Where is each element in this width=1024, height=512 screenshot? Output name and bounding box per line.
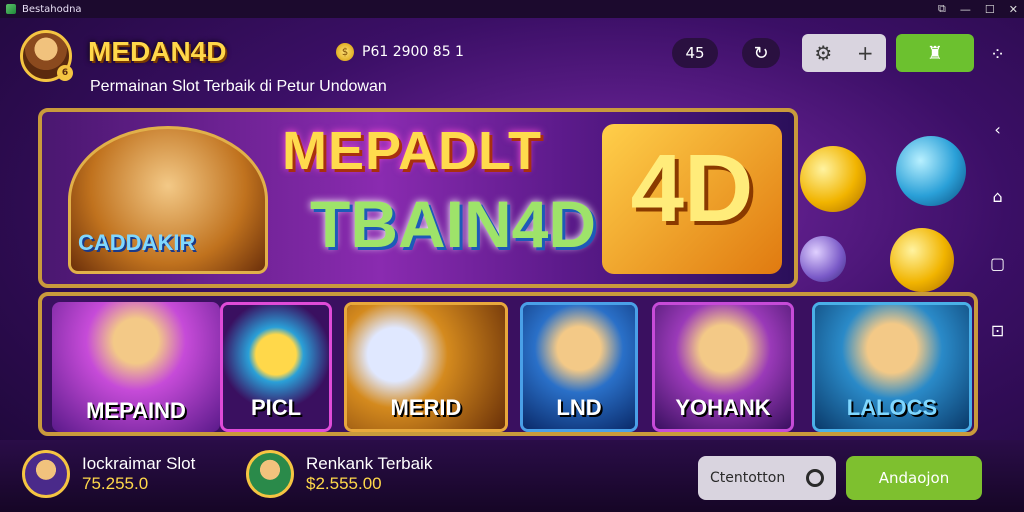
game-cards-row: MEPAIND PICL MERID LND YOHANK LALOCS [38, 292, 978, 436]
game-card[interactable]: PICL [220, 302, 332, 432]
bag-icon[interactable]: ⊡ [991, 321, 1004, 340]
coin-icon: $ [336, 43, 354, 61]
4d-panel-text: 4D [630, 135, 754, 242]
logo-line-1: MEPADLT [282, 121, 542, 181]
footer-item-title: Renkank Terbaik [306, 454, 433, 473]
coin-decoration [890, 228, 954, 292]
refresh-icon: ↻ [753, 42, 769, 64]
game-card[interactable]: YOHANK [652, 302, 794, 432]
settings-add-group: ⚙ + [802, 34, 886, 72]
footer-item-text: Iockraimar Slot 75.255.0 [82, 454, 195, 494]
coin-decoration [896, 136, 966, 206]
game-card[interactable]: MEPAIND [52, 302, 220, 432]
window-controls: ⧉ — ☐ ✕ [938, 0, 1018, 18]
game-card[interactable]: LND [520, 302, 638, 432]
restore-icon[interactable]: ⧉ [938, 2, 946, 16]
circle-icon [806, 469, 824, 487]
sub-logo: CADDAKIR [78, 230, 196, 255]
game-card-label: LND [556, 395, 602, 420]
footer-item-title: Iockraimar Slot [82, 454, 196, 473]
primary-button[interactable]: Andaojon [846, 456, 982, 500]
trophy-button[interactable]: ♜ [896, 34, 974, 72]
dots-icon: ⁘ [990, 44, 1007, 65]
balance-display: $ P61 2900 85 1 [336, 40, 464, 64]
level-badge: 6 [57, 65, 73, 81]
home-icon[interactable]: ⌂ [992, 187, 1002, 206]
side-navigation: ‹ ⌂ ▢ ⊡ [990, 120, 1005, 340]
window-title: Bestahodna [22, 3, 82, 15]
maximize-icon[interactable]: ☐ [985, 3, 995, 16]
header: 6 MEDAN4D Permainan Slot Terbaik di Petu… [0, 18, 1024, 104]
logo-line-2: TBAIN4D [310, 187, 597, 261]
game-card-label: MEPAIND [86, 398, 186, 423]
tagline: Permainan Slot Terbaik di Petur Undowan [90, 78, 387, 95]
footer-item-value: 75.255.0 [82, 474, 149, 493]
avatar [246, 450, 294, 498]
game-card-label: PICL [250, 395, 302, 420]
4d-panel: 4D [602, 124, 782, 274]
coin-decoration [800, 236, 846, 282]
refresh-button[interactable]: ↻ [742, 38, 780, 68]
menu-button[interactable]: ⁘ [990, 44, 1006, 65]
footer-item-text: Renkank Terbaik $2.555.00 [306, 454, 432, 494]
title-bar: Bestahodna ⧉ — ☐ ✕ [0, 0, 1024, 18]
close-icon[interactable]: ✕ [1009, 3, 1018, 16]
hero-banner[interactable]: CADDAKIR MEPADLT TBAIN4D 4D [38, 108, 798, 288]
back-icon[interactable]: ‹ [994, 120, 1000, 139]
secondary-button[interactable]: Ctentotton [698, 456, 836, 500]
primary-button-label: Andaojon [878, 469, 950, 487]
footer-item[interactable]: Iockraimar Slot 75.255.0 [22, 450, 195, 498]
game-card[interactable]: MERID [344, 302, 508, 432]
counter-badge[interactable]: 45 [672, 38, 718, 68]
secondary-button-label: Ctentotton [710, 470, 786, 486]
game-card-label: LALOCS [846, 395, 938, 420]
minimize-icon[interactable]: — [960, 3, 971, 16]
avatar [22, 450, 70, 498]
balance-text: P61 2900 85 1 [362, 44, 464, 60]
trophy-icon: ♜ [926, 42, 944, 64]
app-icon [6, 4, 16, 14]
game-card-label: MERID [390, 395, 462, 420]
gear-icon[interactable]: ⚙ [814, 41, 832, 65]
game-card[interactable]: LALOCS [812, 302, 972, 432]
avatar[interactable]: 6 [20, 30, 73, 82]
recent-icon[interactable]: ▢ [990, 254, 1005, 273]
footer-item-value: $2.555.00 [306, 474, 382, 493]
game-card-label: YOHANK [675, 395, 771, 420]
brand-logo: MEDAN4D [88, 36, 227, 67]
footer-item[interactable]: Renkank Terbaik $2.555.00 [246, 450, 432, 498]
coin-decoration [800, 146, 866, 212]
plus-icon[interactable]: + [857, 41, 874, 65]
counter-text: 45 [685, 44, 705, 62]
